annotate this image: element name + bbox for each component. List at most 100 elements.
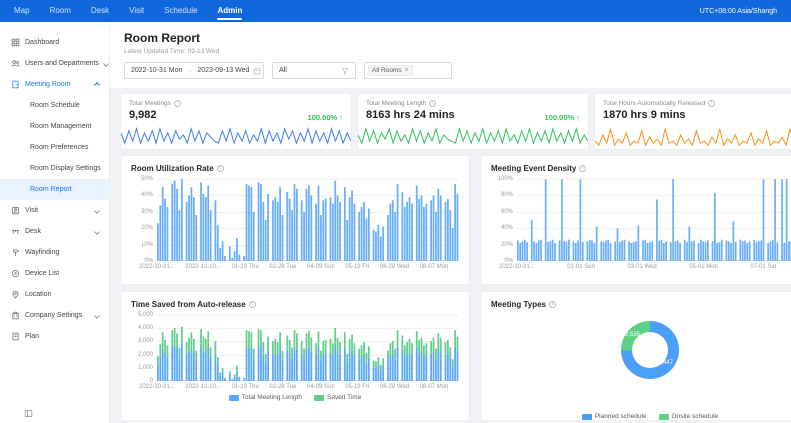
donut-slice-value: 7,447 (658, 360, 673, 366)
sidebar-item-location[interactable]: Location (0, 284, 109, 305)
plan-icon (11, 332, 20, 341)
sidebar-item-dashboard[interactable]: Dashboard (0, 32, 109, 53)
sidebar-item-label: Visit (25, 207, 38, 214)
page-header: Room Report Latest Updated Time: 09-13 W… (110, 22, 791, 88)
sidebar-collapse-icon[interactable] (24, 405, 33, 414)
info-icon[interactable] (429, 100, 436, 107)
y-tick-label: 3,000 (138, 338, 153, 344)
x-axis: 2022-10-31...2022-12-10...01-19 Thu02-28… (131, 264, 459, 270)
info-icon[interactable] (579, 165, 586, 172)
y-tick-label: 20% (141, 225, 153, 231)
x-tick-label: 05-01 Mon (689, 264, 718, 270)
x-tick-label: 07-01 Sat (750, 264, 776, 270)
donut-chart: 2,535 7,447 (621, 321, 679, 379)
area-filter-value: All (279, 67, 287, 74)
nav-item-room[interactable]: Room (50, 0, 71, 22)
sidebar-item-plan[interactable]: Plan (0, 326, 109, 347)
nav-item-admin[interactable]: Admin (217, 0, 242, 22)
info-icon[interactable] (708, 100, 715, 107)
location-icon (11, 290, 20, 299)
sidebar-item-room-management[interactable]: Room Management (0, 116, 109, 137)
sidebar-item-room-display-settings[interactable]: Room Display Settings (0, 158, 109, 179)
stat-card-total-meetings: Total Meetings 9,982 100.00% ↑ (120, 93, 352, 150)
info-icon[interactable] (174, 100, 181, 107)
y-tick-label: 2,000 (138, 352, 153, 358)
x-tick-label: 06-28 Wed (380, 264, 409, 270)
stat-delta: 100.00% ↑ (308, 113, 343, 122)
sidebar-item-label: Meeting Room (25, 81, 71, 88)
sidebar-item-meeting-room[interactable]: Meeting Room (0, 74, 109, 95)
legend-swatch (582, 414, 592, 420)
sparkline-svg (121, 125, 351, 149)
sidebar-item-wayfinding[interactable]: Wayfinding (0, 242, 109, 263)
plot-row: 100%80%60%40%20%0% (491, 179, 791, 261)
date-range-arrow-icon (186, 67, 193, 74)
desk-icon (11, 227, 20, 236)
sidebar-item-label: Dashboard (25, 39, 59, 46)
date-range-picker[interactable]: 2022-10-31 Mon 2023-09-13 Wed (124, 62, 264, 79)
plot-row: 50%40%30%20%10%0% (131, 179, 459, 261)
x-tick-label: 04-09 Sun (307, 264, 335, 270)
remove-tag-icon[interactable] (405, 67, 409, 75)
plot-row: 5,0004,0003,0002,0001,0000 (131, 315, 459, 381)
sidebar-item-label: Room Management (30, 123, 91, 130)
area-filter-select[interactable]: All (272, 62, 356, 79)
info-icon[interactable] (249, 301, 256, 308)
nav-item-desk[interactable]: Desk (91, 0, 109, 22)
x-tick-label: 01-19 Thu (232, 264, 259, 270)
chart-title: Meeting Types (491, 300, 546, 309)
last-updated-text: Latest Updated Time: 09-13 Wed (124, 48, 777, 55)
x-tick-label: 2022-10-31... (139, 264, 175, 270)
y-axis: 50%40%30%20%10%0% (131, 179, 157, 261)
sidebar-item-device-list[interactable]: Device List (0, 263, 109, 284)
sidebar-item-visit[interactable]: Visit (0, 200, 109, 221)
stat-card-total-hours-released: Total Hours Automatically Released 1870 … (594, 93, 791, 150)
x-tick-label: 03-01 Wed (627, 264, 656, 270)
y-tick-label: 5,000 (138, 312, 153, 318)
time-saved-chart: 5,0004,0003,0002,0001,00002022-10-31...2… (131, 315, 459, 390)
topnav-items: Map Room Desk Visit Schedule Admin (14, 0, 242, 22)
y-tick-label: 0 (150, 378, 153, 384)
stat-value: 1870 hrs 9 mins (603, 109, 791, 121)
app-window: MapRoomDeskVisitScheduleAdmin UTC+08:00 … (0, 0, 791, 423)
chevron-down-icon (94, 313, 100, 319)
donut-slice-value: 2,535 (625, 332, 640, 338)
time-saved-card: Time Saved from Auto-release 5,0004,0003… (120, 291, 470, 421)
legend-item-saved-time[interactable]: Saved Time (314, 394, 361, 401)
sidebar-item-room-preferences[interactable]: Room Preferences (0, 137, 109, 158)
meeting-types-legend: Planned schedule Onsite schedule (491, 413, 791, 420)
legend-label: Total Meeting Length (242, 394, 302, 401)
sidebar-item-label: Room Schedule (30, 102, 80, 109)
chart-title: Time Saved from Auto-release (131, 300, 246, 309)
sidebar-item-company-settings[interactable]: Company Settings (0, 305, 109, 326)
company-settings-icon (11, 311, 20, 320)
y-tick-label: 10% (141, 242, 153, 248)
sidebar-item-label: Wayfinding (25, 249, 59, 256)
sparkline-svg (358, 125, 588, 149)
dashboard-icon (11, 38, 20, 47)
sidebar-item-desk[interactable]: Desk (0, 221, 109, 242)
nav-item-visit[interactable]: Visit (129, 0, 144, 22)
y-tick-label: 20% (501, 242, 513, 248)
stat-label: Total Meetings (129, 100, 171, 107)
nav-item-schedule[interactable]: Schedule (164, 0, 197, 22)
info-icon[interactable] (217, 165, 224, 172)
x-tick-label: 02-28 Tue (269, 264, 296, 270)
legend-item-total-meeting-length[interactable]: Total Meeting Length (229, 394, 302, 401)
x-axis: 2022-10-31...01-01 Sun03-01 Wed05-01 Mon… (491, 264, 791, 270)
time-saved-legend: Total Meeting Length Saved Time (131, 394, 459, 401)
meeting-room-icon (11, 80, 20, 89)
nav-item-map[interactable]: Map (14, 0, 30, 22)
sparkline (595, 125, 791, 149)
x-tick-label: 05-19 Fri (345, 384, 369, 390)
users-icon (11, 59, 20, 68)
info-icon[interactable] (549, 301, 556, 308)
sidebar-item-room-schedule[interactable]: Room Schedule (0, 95, 109, 116)
sidebar-item-users-and-departments[interactable]: Users and Departments (0, 53, 109, 74)
rooms-filter[interactable]: All Rooms (364, 62, 452, 79)
chevron-down-icon (94, 229, 100, 235)
legend-item-planned-schedule[interactable]: Planned schedule (582, 413, 647, 420)
legend-item-onsite-schedule[interactable]: Onsite schedule (659, 413, 719, 420)
sidebar: Dashboard Users and Departments Meeting Ro… (0, 22, 110, 423)
sidebar-item-room-report[interactable]: Room Report (0, 179, 109, 200)
